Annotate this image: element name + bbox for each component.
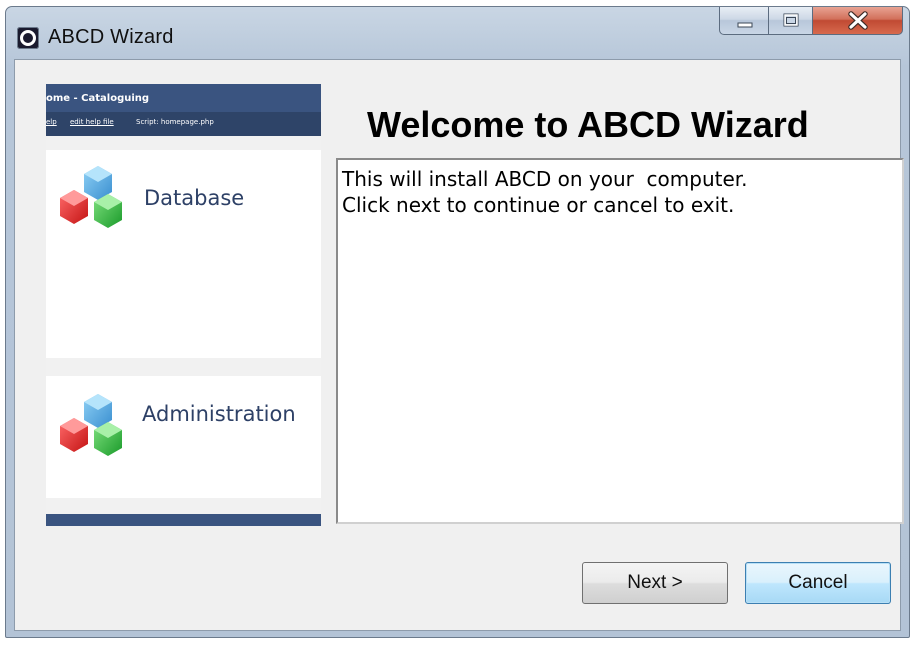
side-divider bbox=[46, 358, 321, 376]
maximize-icon bbox=[783, 13, 799, 27]
wizard-body: ome - Cataloguing elp edit help file Scr… bbox=[14, 59, 904, 631]
app-logo-icon[interactable] bbox=[17, 27, 39, 49]
message-line: This will install ABCD on your computer. bbox=[342, 167, 748, 191]
page-title: Welcome to ABCD Wizard bbox=[367, 104, 809, 145]
cubes-icon bbox=[60, 166, 122, 228]
minimize-icon bbox=[737, 22, 753, 28]
side-link-script: Script: homepage.php bbox=[136, 118, 214, 126]
side-header-title: ome - Cataloguing bbox=[46, 93, 150, 104]
module-administration: Administration bbox=[46, 376, 321, 498]
title-bar[interactable]: ABCD Wizard bbox=[6, 7, 909, 59]
cancel-button[interactable]: Cancel bbox=[745, 562, 891, 604]
message-textbox[interactable]: This will install ABCD on your computer.… bbox=[336, 158, 904, 524]
side-divider bbox=[46, 498, 321, 514]
window-title: ABCD Wizard bbox=[48, 26, 174, 48]
side-header: ome - Cataloguing elp edit help file Scr… bbox=[46, 84, 321, 136]
window-controls bbox=[719, 7, 903, 37]
module-label-administration: Administration bbox=[142, 402, 296, 426]
side-link-help: elp bbox=[46, 118, 57, 126]
module-label-database: Database bbox=[144, 186, 245, 210]
close-button[interactable] bbox=[813, 7, 903, 35]
maximize-button[interactable] bbox=[769, 7, 813, 35]
side-divider bbox=[46, 136, 321, 150]
minimize-button[interactable] bbox=[719, 7, 769, 35]
next-button[interactable]: Next > bbox=[582, 562, 728, 604]
side-footer bbox=[46, 514, 321, 526]
module-database: Database bbox=[46, 150, 321, 358]
cubes-icon bbox=[60, 394, 122, 456]
message-line: Click next to continue or cancel to exit… bbox=[342, 193, 735, 217]
side-link-edit-help: edit help file bbox=[70, 118, 114, 126]
close-icon bbox=[848, 11, 868, 30]
wizard-window: ABCD Wizard ome - Cataloguing elp edit h… bbox=[5, 6, 910, 638]
wizard-side-image: ome - Cataloguing elp edit help file Scr… bbox=[46, 84, 321, 526]
side-header-links: elp edit help file Script: homepage.php bbox=[46, 112, 321, 136]
